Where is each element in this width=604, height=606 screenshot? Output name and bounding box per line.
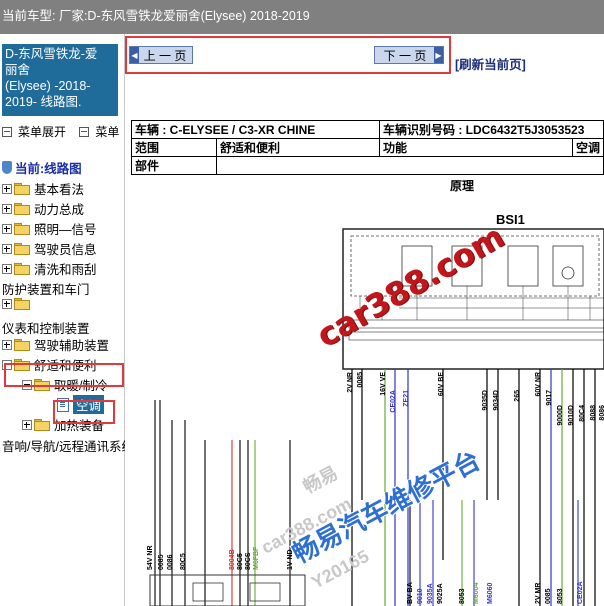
wire-label: 8004B (229, 549, 236, 570)
wire-label: 9035D (482, 390, 489, 411)
wire-label: 80CS (245, 552, 252, 570)
wire-label: CE02A (577, 581, 584, 604)
wire-label: 0085 (357, 372, 364, 388)
wire-label: 0086 (167, 554, 174, 570)
wire-label: 60V NR (535, 372, 542, 397)
wire-label: CE02A (390, 390, 397, 413)
wire-label: 8088 (590, 405, 597, 421)
wire-label: 9010 (417, 588, 424, 604)
motor-symbol (561, 266, 575, 280)
relay-4 (552, 245, 584, 287)
wire-label: 8053 (557, 588, 564, 604)
wire-label: 0085 (158, 554, 165, 570)
wire-label: 9010D (568, 405, 575, 426)
wire-label: 9000D (557, 405, 564, 426)
wire-label: 9034D (493, 390, 500, 411)
lower-connector-1 (149, 574, 306, 606)
wire-labels: 2V NR 0085 16V VE CE02A ZE21 60V BE 9035… (147, 372, 604, 604)
wire-label: ZE21 (403, 390, 410, 407)
connector-pins (348, 319, 604, 341)
wire-label: 8086 (599, 405, 604, 421)
wire-label: 80C5 (237, 553, 244, 570)
wire-label: 16V VE (380, 372, 387, 396)
wire-label: 0085 (545, 588, 552, 604)
principle-title: 原理 (450, 179, 475, 193)
wire-label: 54V NR (147, 545, 154, 570)
wire-label: 60V BE (438, 372, 445, 396)
wire-label: 2V NR (347, 372, 354, 393)
bsi-module-title: BSI1 (496, 212, 525, 227)
wire-label: 9017 (546, 390, 553, 406)
wire-label: M6FBF (253, 546, 260, 570)
wire-label: M6060 (487, 582, 494, 604)
relay-3 (507, 245, 539, 287)
wire-label: 265 (514, 390, 521, 402)
lower-relay-1 (192, 582, 224, 602)
wire-label: 80C4 (579, 405, 586, 422)
wire-label: 9035A (427, 583, 434, 604)
wire-label: M6004 (473, 582, 480, 604)
wire-label: 9025A (437, 583, 444, 604)
wire-label: 80C5 (180, 553, 187, 570)
wire-label: 2V MR (535, 583, 542, 604)
wire-label: BV BA (407, 582, 414, 604)
wire-label: 8053 (459, 588, 466, 604)
